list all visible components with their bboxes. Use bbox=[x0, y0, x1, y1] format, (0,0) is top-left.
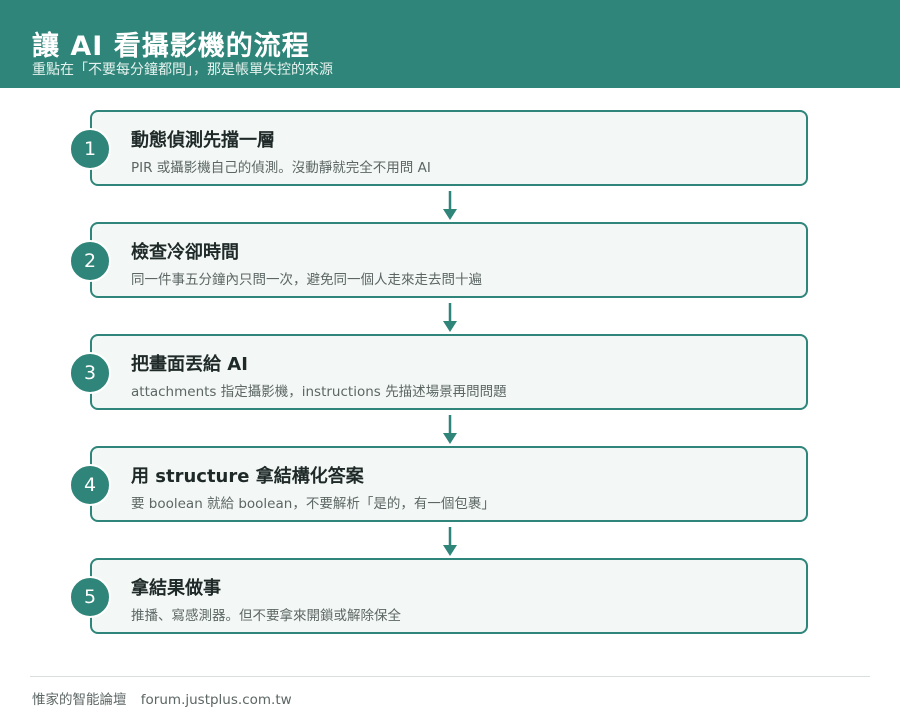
footer: 惟家的智能論壇 forum.justplus.com.tw bbox=[32, 688, 292, 708]
step-description: PIR 或攝影機自己的偵測。沒動靜就完全不用問 AI bbox=[131, 160, 431, 176]
step-title: 拿結果做事 bbox=[131, 578, 221, 599]
step-card-3: 3 把畫面丟給 AI attachments 指定攝影機，instruction… bbox=[69, 334, 808, 410]
step-title: 把畫面丟給 AI bbox=[131, 354, 248, 375]
step-title: 用 structure 拿結構化答案 bbox=[131, 466, 364, 487]
step-card-2: 2 檢查冷卻時間 同一件事五分鐘內只問一次，避免同一個人走來走去問十遍 bbox=[69, 222, 808, 298]
step-card-4: 4 用 structure 拿結構化答案 要 boolean 就給 boolea… bbox=[69, 446, 808, 522]
footer-divider bbox=[30, 676, 870, 677]
step-title: 動態偵測先擋一層 bbox=[131, 130, 275, 151]
down-arrow-icon bbox=[443, 191, 457, 220]
down-arrow-icon bbox=[443, 527, 457, 556]
step-description: 要 boolean 就給 boolean，不要解析「是的，有一個包裹」 bbox=[131, 496, 495, 512]
footer-url: forum.justplus.com.tw bbox=[140, 692, 292, 708]
step-number-badge: 5 bbox=[69, 576, 111, 618]
flow-steps: 1 動態偵測先擋一層 PIR 或攝影機自己的偵測。沒動靜就完全不用問 AI 2 … bbox=[0, 0, 900, 660]
step-card-5: 5 拿結果做事 推播、寫感測器。但不要拿來開鎖或解除保全 bbox=[69, 558, 808, 634]
step-description: 推播、寫感測器。但不要拿來開鎖或解除保全 bbox=[131, 608, 401, 624]
step-number-badge: 3 bbox=[69, 352, 111, 394]
step-title: 檢查冷卻時間 bbox=[131, 242, 239, 263]
step-number-badge: 4 bbox=[69, 464, 111, 506]
step-description: attachments 指定攝影機，instructions 先描述場景再問問題 bbox=[131, 384, 507, 400]
step-card-1: 1 動態偵測先擋一層 PIR 或攝影機自己的偵測。沒動靜就完全不用問 AI bbox=[69, 110, 808, 186]
step-description: 同一件事五分鐘內只問一次，避免同一個人走來走去問十遍 bbox=[131, 272, 482, 288]
down-arrow-icon bbox=[443, 303, 457, 332]
down-arrow-icon bbox=[443, 415, 457, 444]
step-number-badge: 2 bbox=[69, 240, 111, 282]
step-number-badge: 1 bbox=[69, 128, 111, 170]
footer-site-name: 惟家的智能論壇 bbox=[32, 692, 127, 708]
